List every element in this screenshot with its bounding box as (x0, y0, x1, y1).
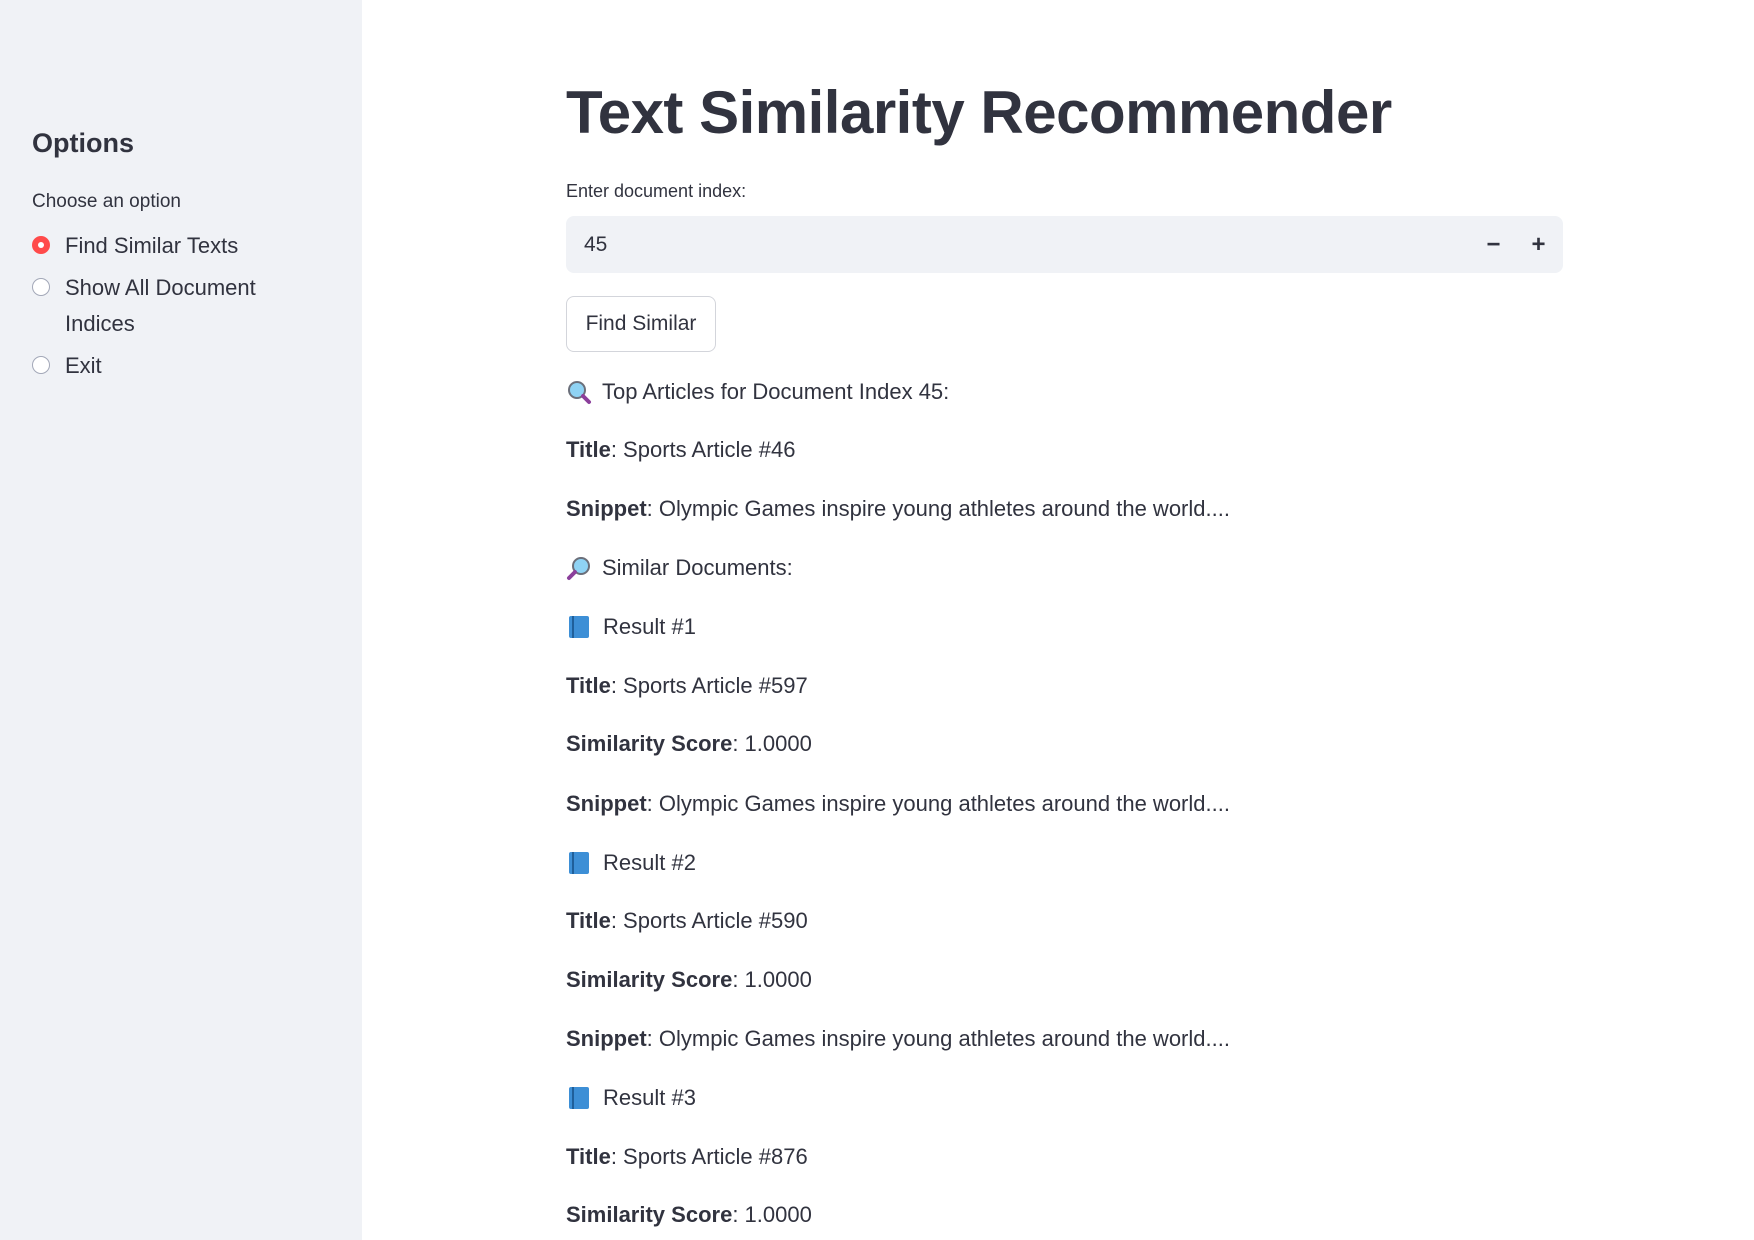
document-index-input[interactable]: 45 − + (566, 216, 1563, 273)
similar-documents-heading-text: Similar Documents: (602, 555, 793, 580)
radio-exit[interactable]: Exit (32, 348, 332, 384)
radio-find-similar-texts[interactable]: Find Similar Texts (32, 228, 332, 264)
result-snippet-line: Snippet: Olympic Games inspire young ath… (566, 1026, 1230, 1052)
result-heading: Result #2 (566, 850, 696, 876)
option-radio-label: Choose an option (32, 191, 181, 212)
blue-book-icon (569, 616, 589, 638)
sidebar: Options Choose an option Find Similar Te… (0, 0, 362, 1240)
result-heading-text: Result #2 (603, 850, 696, 875)
radio-show-all-document-indices[interactable]: Show All Document Indices (32, 270, 332, 342)
query-snippet-value: : Olympic Games inspire young athletes a… (646, 496, 1230, 521)
find-similar-button[interactable]: Find Similar (566, 296, 716, 352)
result-title-key: Title (566, 673, 611, 698)
query-snippet-line: Snippet: Olympic Games inspire young ath… (566, 496, 1230, 522)
page-title: Text Similarity Recommender (566, 79, 1392, 146)
radio-button[interactable] (32, 278, 50, 296)
radio-button[interactable] (32, 356, 50, 374)
top-articles-heading-text: Top Articles for Document Index 45: (602, 379, 950, 404)
result-score-value: : 1.0000 (732, 1202, 812, 1227)
document-index-label: Enter document index: (566, 181, 747, 201)
query-title-line: Title: Sports Article #46 (566, 437, 795, 463)
result-heading: Result #3 (566, 1085, 696, 1111)
result-snippet-value: : Olympic Games inspire young athletes a… (646, 1026, 1230, 1051)
top-articles-heading: Top Articles for Document Index 45: (566, 379, 949, 405)
result-snippet-key: Snippet (566, 791, 647, 816)
result-snippet-key: Snippet (566, 1026, 647, 1051)
increment-button[interactable]: + (1516, 216, 1561, 273)
result-title-line: Title: Sports Article #590 (566, 908, 808, 934)
result-score-key: Similarity Score (566, 967, 733, 992)
result-title-value: : Sports Article #597 (610, 673, 808, 698)
result-heading: Result #1 (566, 614, 696, 640)
result-title-key: Title (566, 908, 611, 933)
result-score-line: Similarity Score: 1.0000 (566, 967, 812, 993)
query-title-key: Title (566, 437, 611, 462)
result-score-value: : 1.0000 (732, 731, 812, 756)
radio-label-exit: Exit (65, 353, 102, 378)
decrement-button[interactable]: − (1471, 216, 1516, 273)
result-score-value: : 1.0000 (732, 967, 812, 992)
option-radio-group: Find Similar Texts Show All Document Ind… (32, 228, 332, 390)
radio-label-show-all-document-indices: Show All Document Indices (65, 275, 256, 336)
result-title-line: Title: Sports Article #876 (566, 1144, 808, 1170)
result-title-line: Title: Sports Article #597 (566, 673, 808, 699)
sidebar-title: Options (32, 128, 134, 158)
query-snippet-key: Snippet (566, 496, 647, 521)
similar-documents-heading: Similar Documents: (566, 555, 793, 581)
result-heading-text: Result #1 (603, 614, 696, 639)
query-title-value: : Sports Article #46 (610, 437, 796, 462)
result-snippet-line: Snippet: Olympic Games inspire young ath… (566, 791, 1230, 817)
result-score-key: Similarity Score (566, 731, 733, 756)
radio-button-checked[interactable] (32, 236, 50, 254)
result-score-line: Similarity Score: 1.0000 (566, 1202, 812, 1228)
radio-label-find-similar-texts: Find Similar Texts (65, 233, 239, 258)
result-snippet-value: : Olympic Games inspire young athletes a… (646, 791, 1230, 816)
blue-book-icon (569, 852, 589, 874)
app: Options Choose an option Find Similar Te… (0, 0, 1754, 1240)
result-title-value: : Sports Article #590 (610, 908, 808, 933)
magnifier-right-icon (567, 557, 590, 580)
result-title-value: : Sports Article #876 (610, 1144, 808, 1169)
result-score-key: Similarity Score (566, 1202, 733, 1227)
document-index-value[interactable]: 45 (584, 216, 607, 273)
blue-book-icon (569, 1087, 589, 1109)
result-heading-text: Result #3 (603, 1085, 696, 1110)
magnifier-left-icon (568, 381, 591, 404)
result-title-key: Title (566, 1144, 611, 1169)
result-score-line: Similarity Score: 1.0000 (566, 731, 812, 757)
